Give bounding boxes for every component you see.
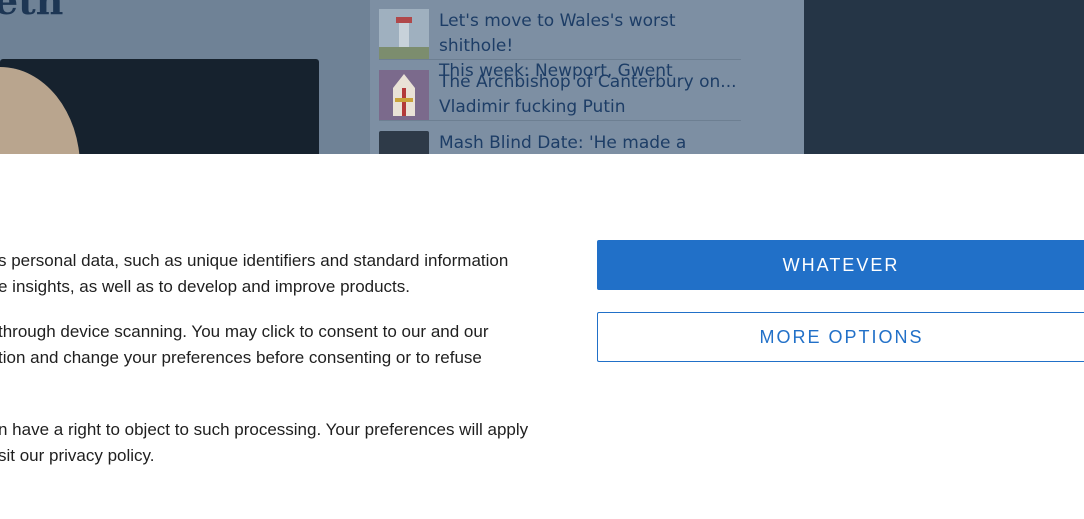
- sidebar-dark-area: [804, 0, 1084, 154]
- story-item[interactable]: Let's move to Wales's worst shithole! Th…: [379, 9, 741, 81]
- story-item[interactable]: Mash Blind Date: 'He made a woman: [379, 131, 741, 154]
- accept-button[interactable]: WHATEVER: [597, 240, 1084, 290]
- story-thumbnail: [379, 9, 429, 59]
- consent-dialog: s personal data, such as unique identifi…: [0, 154, 1084, 519]
- archbishop-image-icon: [379, 70, 429, 120]
- story-item[interactable]: The Archbishop of Canterbury on... Vladi…: [379, 70, 741, 121]
- consent-text-data-use: s personal data, such as unique identifi…: [0, 251, 509, 296]
- more-options-button[interactable]: MORE OPTIONS: [597, 312, 1084, 362]
- background-page: eth Let's move to Wales's worst shithole…: [0, 0, 1084, 154]
- story-headline: The Archbishop of Canterbury on... Vladi…: [439, 72, 737, 117]
- consent-text-object-right: n have a right to object to such process…: [0, 420, 529, 465]
- article-title-fragment: eth: [0, 0, 64, 23]
- article-image: [0, 59, 319, 154]
- tower-image-icon: [379, 9, 429, 59]
- story-thumbnail: [379, 70, 429, 120]
- portrait-photo: [0, 67, 80, 154]
- consent-text-device-scanning: through device scanning. You may click t…: [0, 322, 489, 367]
- story-headline: Mash Blind Date: 'He made a woman: [439, 133, 687, 153]
- story-thumbnail: [379, 131, 429, 154]
